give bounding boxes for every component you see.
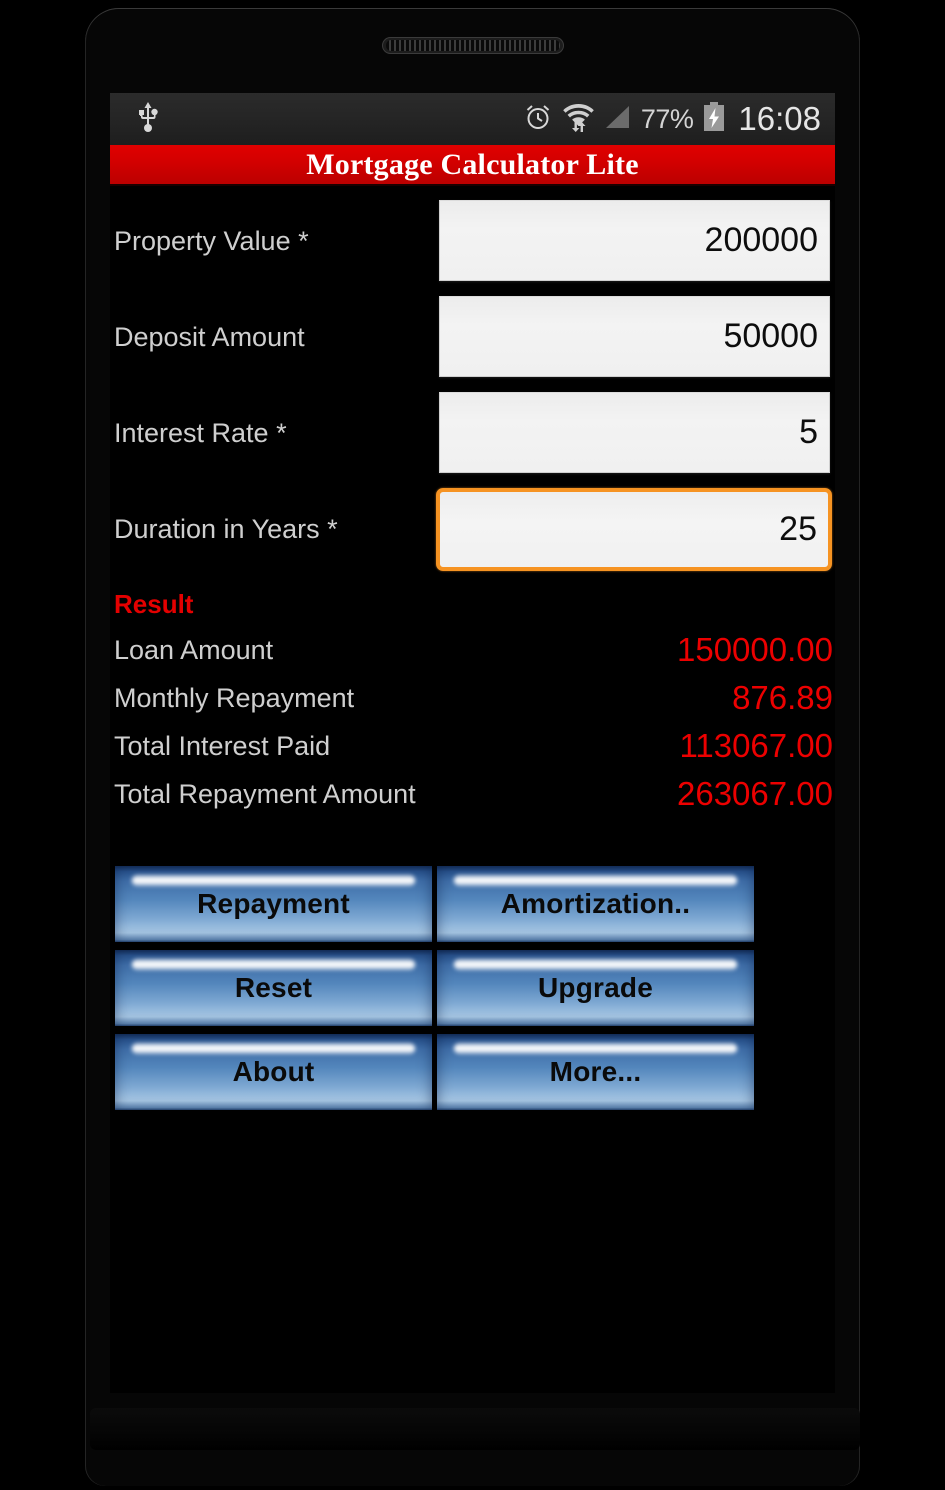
about-button-label: About	[232, 1056, 315, 1087]
form-row-property-value: Property Value * 200000	[110, 193, 835, 289]
result-value-total-repayment-amount: 263067.00	[677, 775, 833, 812]
signal-bars-icon	[604, 103, 632, 136]
amortization-button[interactable]: Amortization..	[437, 866, 754, 942]
result-row-loan-amount: Loan Amount 150000.00	[110, 626, 835, 674]
mortgage-input-form: Property Value * 200000 Deposit Amount 5…	[110, 186, 835, 577]
button-gloss-highlight	[132, 875, 415, 886]
result-label-total-interest-paid: Total Interest Paid	[114, 731, 331, 761]
about-button[interactable]: About	[115, 1034, 432, 1110]
more-button[interactable]: More...	[437, 1034, 754, 1110]
input-duration-years[interactable]: 25	[436, 488, 832, 571]
button-gloss-highlight	[454, 959, 737, 970]
label-property-value: Property Value *	[114, 226, 309, 256]
wifi-icon	[562, 101, 595, 138]
reset-button[interactable]: Reset	[115, 950, 432, 1026]
input-deposit-amount[interactable]: 50000	[439, 296, 830, 377]
result-row-total-interest-paid: Total Interest Paid 113067.00	[110, 722, 835, 770]
battery-charging-icon	[702, 101, 726, 138]
result-label-total-repayment-amount: Total Repayment Amount	[114, 779, 416, 809]
battery-percent-label: 77%	[640, 103, 694, 134]
result-row-total-repayment-amount: Total Repayment Amount 263067.00	[110, 770, 835, 818]
status-clock: 16:08	[738, 100, 821, 137]
earpiece-speaker-icon	[382, 37, 564, 54]
button-gloss-highlight	[454, 875, 737, 886]
button-gloss-highlight	[454, 1043, 737, 1054]
result-row-monthly-repayment: Monthly Repayment 876.89	[110, 674, 835, 722]
result-label-monthly-repayment: Monthly Repayment	[114, 683, 355, 713]
form-row-duration-years: Duration in Years * 25	[110, 481, 835, 577]
phone-frame: 77% 16:08 Mortgage Calculator Lite Prope…	[0, 0, 945, 1490]
button-row-2: Reset Upgrade	[115, 950, 831, 1026]
amortization-button-label: Amortization..	[500, 888, 691, 919]
button-gloss-highlight	[132, 1043, 415, 1054]
result-section: Result Loan Amount 150000.00 Monthly Rep…	[110, 589, 835, 818]
button-row-3: About More...	[115, 1034, 831, 1110]
phone-screen: 77% 16:08 Mortgage Calculator Lite Prope…	[110, 93, 835, 1393]
repayment-button[interactable]: Repayment	[115, 866, 432, 942]
reset-button-label: Reset	[234, 972, 313, 1003]
upgrade-button[interactable]: Upgrade	[437, 950, 754, 1026]
result-value-loan-amount: 150000.00	[677, 631, 833, 668]
input-property-value[interactable]: 200000	[439, 200, 830, 281]
speaker-grille	[386, 40, 560, 51]
label-interest-rate: Interest Rate *	[114, 418, 287, 448]
button-row-1: Repayment Amortization..	[115, 866, 831, 942]
alarm-clock-icon	[523, 102, 553, 137]
form-row-deposit-amount: Deposit Amount 50000	[110, 289, 835, 385]
result-value-monthly-repayment: 876.89	[732, 679, 833, 716]
result-label-loan-amount: Loan Amount	[114, 635, 274, 665]
status-bar: 77% 16:08	[110, 93, 835, 145]
label-duration-years: Duration in Years *	[114, 514, 338, 544]
label-deposit-amount: Deposit Amount	[114, 322, 305, 352]
more-button-label: More...	[549, 1056, 642, 1087]
home-button-area[interactable]	[90, 1408, 860, 1450]
upgrade-button-label: Upgrade	[538, 972, 653, 1003]
result-heading: Result	[114, 589, 194, 619]
action-button-grid: Repayment Amortization.. Reset Upgrade A…	[110, 866, 831, 1110]
status-icons-group: 77% 16:08	[523, 93, 825, 145]
app-title-bar: Mortgage Calculator Lite	[110, 145, 835, 186]
usb-icon	[135, 101, 161, 138]
input-interest-rate[interactable]: 5	[439, 392, 830, 473]
form-row-interest-rate: Interest Rate * 5	[110, 385, 835, 481]
button-gloss-highlight	[132, 959, 415, 970]
page-title: Mortgage Calculator Lite	[306, 147, 639, 181]
result-value-total-interest-paid: 113067.00	[679, 727, 833, 764]
repayment-button-label: Repayment	[197, 888, 350, 919]
